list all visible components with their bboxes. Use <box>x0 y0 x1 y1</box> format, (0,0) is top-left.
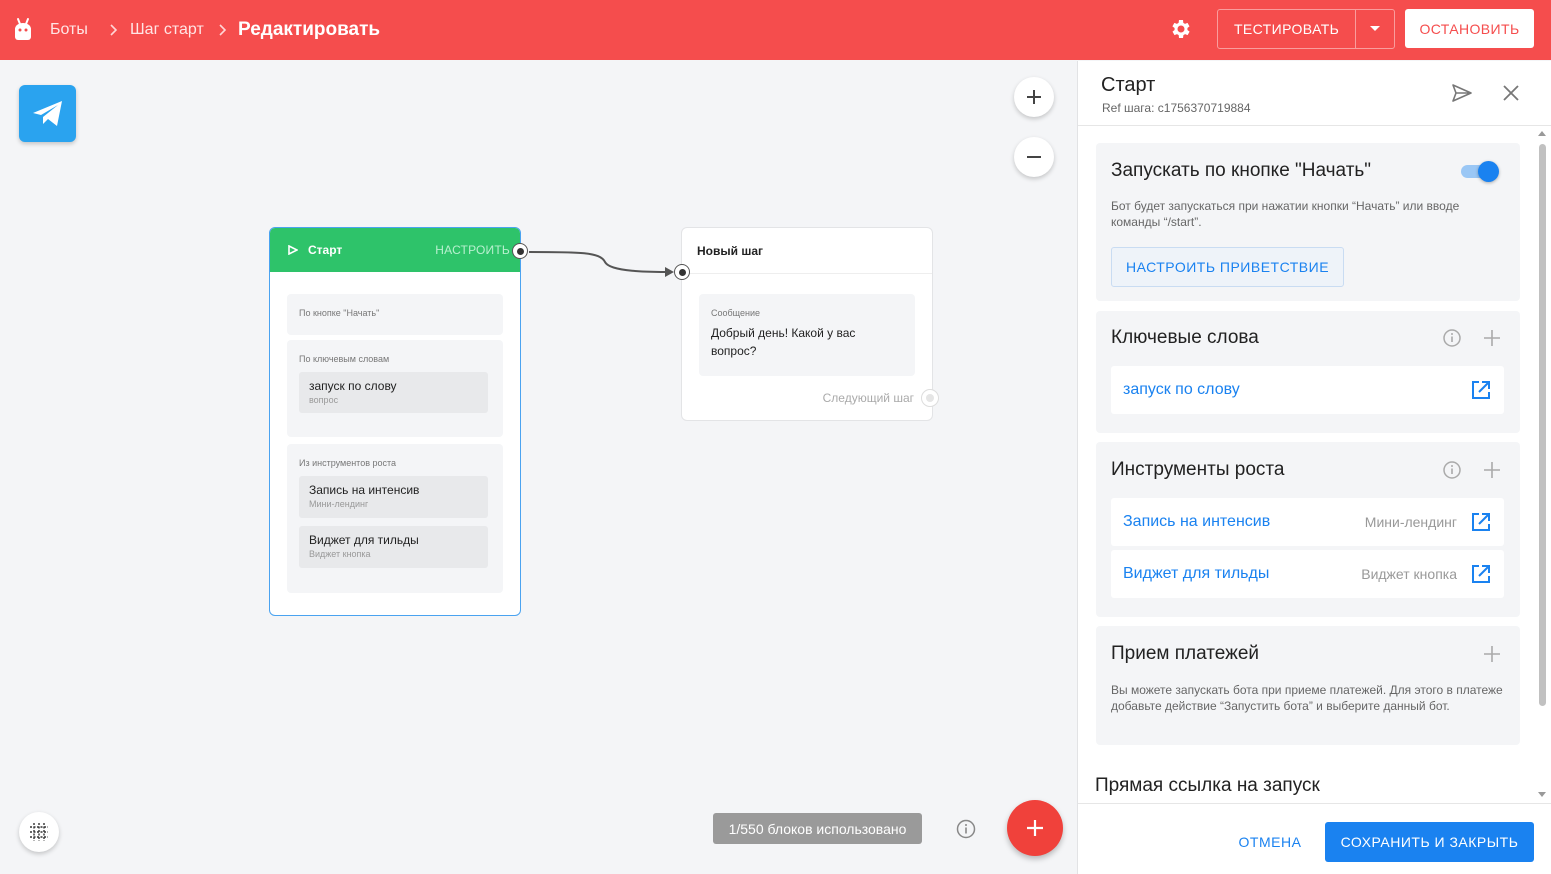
direct-link-title: Прямая ссылка на запуск <box>1095 775 1320 796</box>
top-bar: Боты Шаг старт Редактировать ТЕСТИРОВАТЬ… <box>0 0 1551 60</box>
grid-toggle-button[interactable] <box>19 812 59 852</box>
breadcrumb-bots[interactable]: Боты <box>50 0 88 60</box>
message-block[interactable]: Сообщение Добрый день! Какой у вас вопро… <box>699 294 915 376</box>
cancel-button[interactable]: ОТМЕНА <box>1228 822 1312 862</box>
keywords-card: Ключевые слова запуск по слову <box>1096 311 1520 433</box>
chip-title: запуск по слову <box>309 379 397 393</box>
stop-button[interactable]: ОСТАНОВИТЬ <box>1405 9 1534 48</box>
list-item[interactable]: запуск по слову вопрос <box>299 372 488 413</box>
plus-icon[interactable] <box>1482 328 1502 348</box>
connection-line <box>528 251 674 277</box>
start-section-button[interactable]: По кнопке "Начать" <box>287 294 503 335</box>
breadcrumb-step[interactable]: Шаг старт <box>130 0 204 60</box>
card-description: Вы можете запускать бота при приеме плат… <box>1111 683 1503 713</box>
plus-icon[interactable] <box>1482 644 1502 664</box>
minus-icon <box>1027 156 1041 158</box>
test-button[interactable]: ТЕСТИРОВАТЬ <box>1218 10 1355 48</box>
growth-tool-link[interactable]: Виджет для тильды <box>1123 565 1269 583</box>
chip-subtitle: Мини-лендинг <box>309 499 369 509</box>
telegram-icon <box>32 100 62 126</box>
panel-footer: ОТМЕНА СОХРАНИТЬ И ЗАКРЫТЬ <box>1078 803 1551 874</box>
step-node-title: Новый шаг <box>682 228 932 274</box>
breadcrumb-current: Редактировать <box>238 19 381 40</box>
next-step-port[interactable] <box>921 389 939 407</box>
open-external-icon[interactable] <box>1470 511 1492 533</box>
configure-greeting-button[interactable]: НАСТРОИТЬ ПРИВЕТСТВИЕ <box>1111 247 1344 287</box>
card-title: Запускать по кнопке "Начать" <box>1111 160 1372 181</box>
growth-tool-link[interactable]: Запись на интенсив <box>1123 513 1270 531</box>
start-node-configure-link[interactable]: НАСТРОИТЬ <box>435 243 510 257</box>
section-title: Из инструментов роста <box>299 458 397 468</box>
add-block-button[interactable] <box>1007 800 1063 856</box>
chip-title: Виджет для тильды <box>309 533 419 547</box>
growth-tool-type: Виджет кнопка <box>1361 566 1457 582</box>
start-output-port[interactable] <box>512 243 528 259</box>
card-title: Ключевые слова <box>1111 327 1259 348</box>
list-item[interactable]: Виджет для тильды Виджет кнопка <box>299 526 488 568</box>
save-and-close-button[interactable]: СОХРАНИТЬ И ЗАКРЫТЬ <box>1325 822 1534 862</box>
section-title: По кнопке "Начать" <box>299 308 380 318</box>
gear-icon[interactable] <box>1169 17 1193 41</box>
step-settings-panel: Старт Ref шага: c1756370719884 Запускать… <box>1077 61 1551 874</box>
test-button-group: ТЕСТИРОВАТЬ <box>1217 9 1395 49</box>
step-node[interactable]: Новый шаг Сообщение Добрый день! Какой у… <box>681 227 933 421</box>
test-options-button[interactable] <box>1355 10 1394 48</box>
grid-icon <box>30 823 48 841</box>
message-text: Добрый день! Какой у вас вопрос? <box>711 326 856 358</box>
start-node-header: Старт НАСТРОИТЬ <box>270 228 520 272</box>
scroll-up-arrow[interactable] <box>1538 130 1546 136</box>
telegram-channel-button[interactable] <box>19 85 76 142</box>
open-external-icon[interactable] <box>1470 563 1492 585</box>
close-icon[interactable] <box>1501 83 1521 103</box>
payments-card: Прием платежей Вы можете запускать бота … <box>1096 626 1520 745</box>
bot-logo-icon[interactable] <box>12 17 34 41</box>
plus-icon <box>1027 90 1041 104</box>
next-step-label: Следующий шаг <box>822 391 914 405</box>
chip-subtitle: Виджет кнопка <box>309 549 371 559</box>
list-item[interactable]: Запись на интенсив Мини-лендинг <box>299 476 488 518</box>
card-description: Бот будет запускаться при нажатии кнопки… <box>1111 199 1460 229</box>
growth-tools-card: Инструменты роста Запись на интенсив Мин… <box>1096 442 1520 617</box>
growth-tool-row[interactable]: Запись на интенсив Мини-лендинг <box>1111 498 1504 546</box>
keyword-link[interactable]: запуск по слову <box>1123 381 1240 399</box>
start-button-card: Запускать по кнопке "Начать" Бот будет з… <box>1096 143 1520 301</box>
zoom-out-button[interactable] <box>1014 137 1054 177</box>
zoom-in-button[interactable] <box>1014 77 1054 117</box>
play-icon <box>288 245 298 255</box>
start-button-toggle[interactable] <box>1459 161 1499 182</box>
step-ref: Ref шага: c1756370719884 <box>1102 101 1251 115</box>
plus-icon <box>1027 820 1043 836</box>
growth-tool-row[interactable]: Виджет для тильды Виджет кнопка <box>1111 550 1504 598</box>
chevron-right-icon <box>218 0 228 60</box>
plus-icon[interactable] <box>1482 460 1502 480</box>
info-icon[interactable] <box>956 819 976 839</box>
start-node[interactable]: Старт НАСТРОИТЬ По кнопке "Начать" По кл… <box>269 227 521 616</box>
growth-tool-type: Мини-лендинг <box>1364 514 1457 530</box>
panel-scrollbar[interactable] <box>1536 126 1548 802</box>
panel-title: Старт <box>1101 74 1156 96</box>
start-section-growth[interactable]: Из инструментов роста Запись на интенсив… <box>287 444 503 593</box>
caret-down-icon <box>1370 26 1381 31</box>
section-title: По ключевым словам <box>299 354 390 364</box>
step-input-port[interactable] <box>674 264 690 280</box>
open-external-icon[interactable] <box>1470 379 1492 401</box>
chevron-right-icon <box>109 0 119 60</box>
blocks-usage-badge: 1/550 блоков использовано <box>713 813 922 844</box>
send-icon[interactable] <box>1451 82 1473 104</box>
message-label: Сообщение <box>711 308 760 318</box>
info-icon[interactable] <box>1442 328 1462 348</box>
chip-subtitle: вопрос <box>309 395 339 405</box>
panel-header: Старт Ref шага: c1756370719884 <box>1078 61 1551 126</box>
start-section-keywords[interactable]: По ключевым словам запуск по слову вопро… <box>287 340 503 437</box>
info-icon[interactable] <box>1442 460 1462 480</box>
chip-title: Запись на интенсив <box>309 483 420 497</box>
keyword-row[interactable]: запуск по слову <box>1111 366 1504 414</box>
card-title: Прием платежей <box>1111 643 1260 664</box>
scroll-down-arrow[interactable] <box>1538 792 1546 798</box>
start-node-title: Старт <box>308 243 343 257</box>
card-title: Инструменты роста <box>1111 459 1285 480</box>
scrollbar-thumb[interactable] <box>1539 144 1546 706</box>
